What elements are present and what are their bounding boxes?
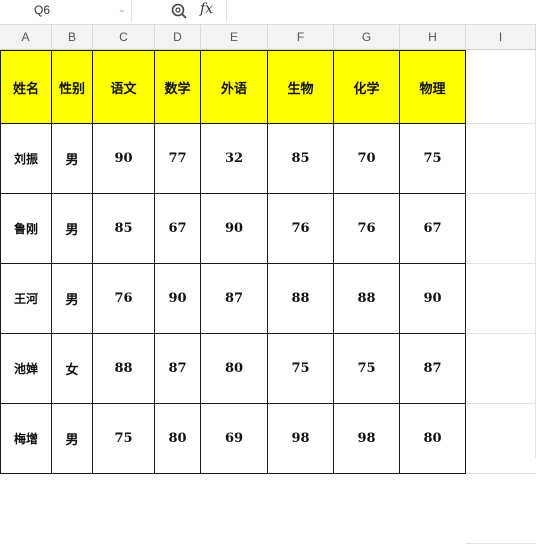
column-header-h[interactable]: H — [400, 25, 466, 49]
table-cell[interactable]: 80 — [201, 334, 268, 404]
magnifier-icon[interactable] — [170, 2, 188, 20]
fx-icon[interactable]: fx — [200, 1, 213, 17]
table-cell[interactable]: 90 — [201, 194, 268, 264]
table-cell[interactable]: 88 — [334, 264, 400, 334]
table-cell[interactable]: 75 — [268, 334, 334, 404]
table-cell[interactable]: 80 — [155, 404, 201, 474]
table-cell[interactable]: 男 — [52, 124, 93, 194]
table-cell[interactable]: 98 — [268, 404, 334, 474]
gridline — [466, 193, 536, 194]
table-cell[interactable]: 75 — [334, 334, 400, 404]
table-cell[interactable]: 67 — [155, 194, 201, 264]
chevron-down-icon[interactable]: ⌄ — [118, 5, 126, 15]
table-cell[interactable]: 76 — [268, 194, 334, 264]
table-cell[interactable]: 87 — [155, 334, 201, 404]
table-header-cell[interactable]: 生物 — [268, 50, 334, 124]
table-cell[interactable]: 69 — [201, 404, 268, 474]
table-cell[interactable]: 80 — [400, 404, 466, 474]
column-header-d[interactable]: D — [155, 25, 201, 49]
formula-bar: Q6 ⌄ fx — [0, 0, 536, 24]
table-cell[interactable]: 梅增 — [0, 404, 52, 474]
table-cell[interactable]: 90 — [93, 124, 155, 194]
table-cell[interactable]: 88 — [268, 264, 334, 334]
column-header-b[interactable]: B — [52, 25, 93, 49]
table-header-cell[interactable]: 物理 — [400, 50, 466, 124]
column-header-e[interactable]: E — [201, 25, 268, 49]
table-header-cell[interactable]: 数学 — [155, 50, 201, 124]
table-cell[interactable]: 鲁刚 — [0, 194, 52, 264]
table-cell[interactable]: 75 — [400, 124, 466, 194]
gridline — [466, 403, 536, 404]
table-cell[interactable]: 75 — [93, 404, 155, 474]
table-cell[interactable]: 76 — [93, 264, 155, 334]
gridline — [466, 263, 536, 264]
column-header-c[interactable]: C — [93, 25, 155, 49]
table-cell[interactable]: 77 — [155, 124, 201, 194]
table-cell[interactable]: 男 — [52, 404, 93, 474]
table-cell[interactable]: 男 — [52, 194, 93, 264]
table-cell[interactable]: 刘振 — [0, 124, 52, 194]
cell-reference: Q6 — [34, 3, 51, 17]
column-header-f[interactable]: F — [268, 25, 334, 49]
table-cell[interactable]: 王河 — [0, 264, 52, 334]
table-cell[interactable]: 98 — [334, 404, 400, 474]
column-header-g[interactable]: G — [334, 25, 400, 49]
table-header-cell[interactable]: 语文 — [93, 50, 155, 124]
table-cell[interactable]: 池婵 — [0, 334, 52, 404]
table-cell[interactable]: 76 — [334, 194, 400, 264]
table-header-cell[interactable]: 化学 — [334, 50, 400, 124]
name-box[interactable]: Q6 ⌄ — [0, 0, 132, 22]
table-cell[interactable]: 85 — [93, 194, 155, 264]
table-cell[interactable]: 女 — [52, 334, 93, 404]
table-cell[interactable]: 87 — [400, 334, 466, 404]
table-header-cell[interactable]: 姓名 — [0, 50, 52, 124]
table-cell[interactable]: 90 — [400, 264, 466, 334]
spreadsheet-grid[interactable]: 姓名 性别 语文 数学 外语 生物 化学 物理 刘振男 90 77 32 85 70 75 鲁刚男 85 67 90… — [0, 50, 536, 544]
table-cell[interactable]: 32 — [201, 124, 268, 194]
gridline — [466, 123, 536, 124]
table-cell[interactable]: 男 — [52, 264, 93, 334]
formula-input[interactable] — [226, 0, 536, 22]
table-cell[interactable]: 88 — [93, 334, 155, 404]
table-cell[interactable]: 85 — [268, 124, 334, 194]
table-cell[interactable]: 70 — [334, 124, 400, 194]
table-cell[interactable]: 67 — [400, 194, 466, 264]
gridline — [466, 333, 536, 334]
column-header-a[interactable]: A — [0, 25, 52, 49]
table-header-cell[interactable]: 性别 — [52, 50, 93, 124]
table-cell[interactable]: 90 — [155, 264, 201, 334]
table-cell[interactable]: 87 — [201, 264, 268, 334]
table-header-cell[interactable]: 外语 — [201, 50, 268, 124]
gridline — [466, 473, 536, 474]
column-header-row: ABCDEFGHI — [0, 24, 536, 50]
column-header-i[interactable]: I — [466, 25, 536, 49]
